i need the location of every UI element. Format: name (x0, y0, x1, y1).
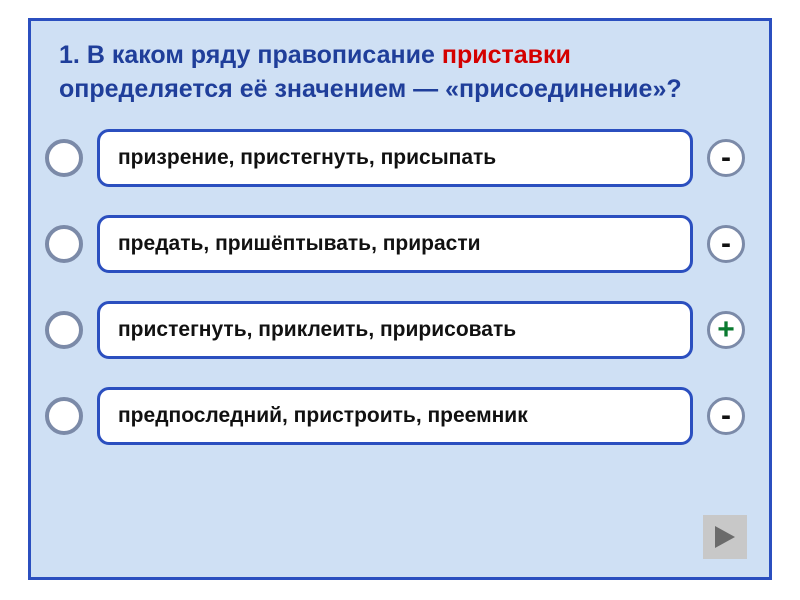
option-box-4[interactable]: предпоследний, пристроить, преемник (97, 387, 693, 445)
option-row: пристегнуть, приклеить, пририсовать + (39, 301, 749, 359)
mark-symbol: - (721, 143, 731, 173)
option-box-1[interactable]: призрение, пристегнуть, присыпать (97, 129, 693, 187)
mark-symbol: - (721, 229, 731, 259)
radio-option-3[interactable] (45, 311, 83, 349)
mark-1: - (707, 139, 745, 177)
question-number: 1. (59, 41, 80, 69)
option-box-2[interactable]: предать, пришёптывать, прирасти (97, 215, 693, 273)
option-row: предпоследний, пристроить, преемник - (39, 387, 749, 445)
next-button[interactable] (703, 515, 747, 559)
option-label: призрение, пристегнуть, присыпать (118, 146, 496, 170)
radio-option-4[interactable] (45, 397, 83, 435)
mark-symbol: + (717, 315, 735, 345)
quiz-frame: 1. В каком ряду правописание приставки о… (28, 18, 772, 580)
option-label: пристегнуть, приклеить, пририсовать (118, 318, 516, 342)
play-icon (713, 524, 737, 550)
radio-option-2[interactable] (45, 225, 83, 263)
mark-4: - (707, 397, 745, 435)
option-label: предать, пришёптывать, прирасти (118, 232, 481, 256)
options-list: призрение, пристегнуть, присыпать - пред… (31, 129, 769, 445)
option-box-3[interactable]: пристегнуть, приклеить, пририсовать (97, 301, 693, 359)
option-row: призрение, пристегнуть, присыпать - (39, 129, 749, 187)
option-label: предпоследний, пристроить, преемник (118, 404, 528, 428)
mark-2: - (707, 225, 745, 263)
option-row: предать, пришёптывать, прирасти - (39, 215, 749, 273)
mark-3: + (707, 311, 745, 349)
mark-symbol: - (721, 401, 731, 431)
radio-option-1[interactable] (45, 139, 83, 177)
question-part1: В каком ряду правописание (87, 41, 435, 69)
question-text: 1. В каком ряду правописание приставки о… (59, 39, 741, 107)
question-highlight: приставки (442, 41, 571, 69)
question-part2: определяется её значением — «присоединен… (59, 75, 682, 103)
